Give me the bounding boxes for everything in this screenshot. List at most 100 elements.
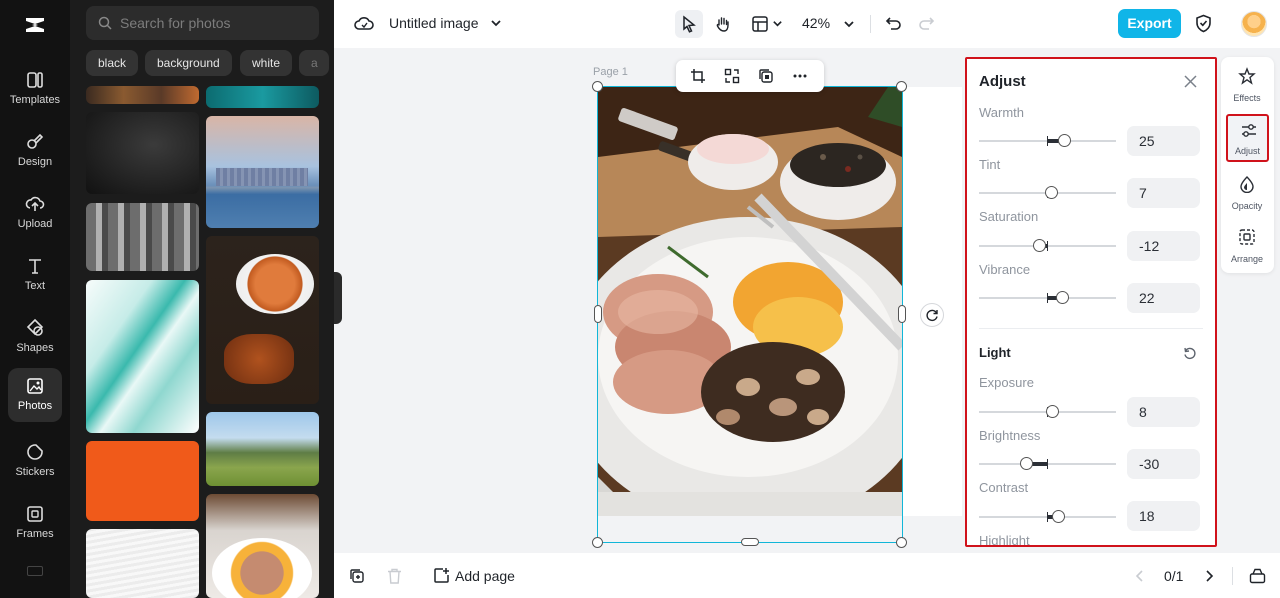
resize-handle-ne[interactable]: [896, 81, 907, 92]
resize-handle-s[interactable]: [741, 538, 759, 546]
exposure-slider[interactable]: [979, 405, 1116, 418]
slider-knob[interactable]: [1058, 134, 1071, 147]
exposure-value-input[interactable]: 8: [1127, 397, 1200, 427]
toolbar-divider: [1232, 567, 1233, 585]
document-title[interactable]: Untitled image: [389, 15, 479, 31]
resize-handle-e[interactable]: [898, 305, 906, 323]
tab-adjust[interactable]: Adjust: [1226, 114, 1269, 162]
photo-thumb[interactable]: [206, 236, 319, 404]
reset-icon[interactable]: [1183, 347, 1196, 360]
capcut-logo[interactable]: [22, 12, 48, 38]
chip-white[interactable]: white: [240, 50, 293, 76]
next-page-icon[interactable]: [1205, 569, 1215, 583]
slider-knob[interactable]: [1020, 457, 1033, 470]
tint-value-input[interactable]: 7: [1127, 178, 1200, 208]
panel-collapse-handle[interactable]: [334, 272, 342, 324]
more-icon[interactable]: [792, 68, 808, 84]
effects-icon: [1238, 67, 1256, 85]
slider-knob[interactable]: [1045, 186, 1058, 199]
add-page-icon[interactable]: [433, 567, 450, 584]
hand-tool[interactable]: [709, 10, 737, 38]
resize-handle-se[interactable]: [896, 537, 907, 548]
slider-knob[interactable]: [1033, 239, 1046, 252]
templates-icon: [27, 72, 43, 88]
contrast-value-input[interactable]: 18: [1127, 501, 1200, 531]
page-label: Page 1: [593, 66, 628, 78]
duplicate-icon[interactable]: [758, 68, 774, 84]
shield-check-icon[interactable]: [1195, 14, 1212, 33]
photo-thumb[interactable]: [206, 116, 319, 228]
vibrance-value-input[interactable]: 22: [1127, 283, 1200, 313]
nav-shapes[interactable]: Shapes: [8, 310, 62, 364]
saturation-slider[interactable]: [979, 239, 1116, 252]
tab-opacity[interactable]: Opacity: [1224, 169, 1270, 217]
slider-knob[interactable]: [1046, 405, 1059, 418]
resize-handle-w[interactable]: [594, 305, 602, 323]
vibrance-slider[interactable]: [979, 291, 1116, 304]
search-input[interactable]: [120, 6, 310, 40]
close-icon[interactable]: [1184, 75, 1197, 88]
redo-icon[interactable]: [918, 15, 935, 32]
cloud-sync-icon[interactable]: [354, 14, 374, 32]
zoom-level[interactable]: 42%: [802, 15, 830, 31]
chevron-down-icon[interactable]: [772, 18, 783, 29]
user-avatar[interactable]: [1241, 11, 1267, 37]
contrast-slider[interactable]: [979, 510, 1116, 523]
layout-tool[interactable]: [746, 10, 774, 38]
zoom-chevron-down-icon[interactable]: [843, 18, 855, 30]
nav-label: Text: [24, 280, 46, 292]
nav-label: Templates: [9, 94, 61, 106]
photo-thumb[interactable]: [206, 86, 319, 108]
photo-thumb[interactable]: [86, 280, 199, 433]
warmth-slider[interactable]: [979, 134, 1116, 147]
tint-slider[interactable]: [979, 186, 1116, 199]
nav-frames[interactable]: Frames: [8, 496, 62, 550]
photo-thumb[interactable]: [86, 529, 199, 598]
select-tool[interactable]: [675, 10, 703, 38]
export-button[interactable]: Export: [1118, 9, 1181, 38]
trash-icon[interactable]: [387, 568, 402, 584]
nav-upload[interactable]: Upload: [8, 186, 62, 240]
photo-thumb[interactable]: [86, 112, 199, 194]
brightness-slider[interactable]: [979, 457, 1116, 470]
shapes-icon: [26, 318, 44, 336]
slider-knob[interactable]: [1056, 291, 1069, 304]
nav-templates[interactable]: Templates: [8, 62, 62, 116]
crop-icon[interactable]: [690, 68, 706, 84]
layout-icon: [752, 16, 768, 32]
chip-background[interactable]: background: [145, 50, 232, 76]
slider-label-brightness: Brightness: [979, 428, 1041, 443]
nav-label: Shapes: [16, 342, 54, 354]
chip-more[interactable]: a: [299, 50, 329, 76]
tab-effects[interactable]: Effects: [1224, 61, 1270, 109]
photo-thumb[interactable]: [206, 412, 319, 486]
resize-handle-sw[interactable]: [592, 537, 603, 548]
photo-search[interactable]: [86, 6, 319, 40]
nav-more-icon[interactable]: [27, 566, 43, 576]
replace-icon[interactable]: [724, 68, 740, 84]
nav-photos[interactable]: Photos: [8, 368, 62, 422]
undo-icon[interactable]: [885, 15, 902, 32]
photo-thumb[interactable]: [86, 441, 199, 521]
rotate-icon: [926, 309, 938, 322]
frames-icon: [27, 506, 43, 522]
nav-text[interactable]: Text: [8, 248, 62, 302]
chip-black[interactable]: black: [86, 50, 139, 76]
warmth-value-input[interactable]: 25: [1127, 126, 1200, 156]
nav-stickers[interactable]: Stickers: [8, 434, 62, 488]
add-page-button[interactable]: Add page: [455, 568, 515, 584]
duplicate-page-icon[interactable]: [349, 568, 365, 584]
brightness-value-input[interactable]: -30: [1127, 449, 1200, 479]
prev-page-icon[interactable]: [1134, 569, 1144, 583]
chevron-down-icon[interactable]: [490, 17, 502, 29]
nav-design[interactable]: Design: [8, 124, 62, 178]
photo-thumb[interactable]: [206, 494, 319, 598]
tab-arrange[interactable]: Arrange: [1224, 222, 1270, 270]
rotate-handle[interactable]: [920, 303, 944, 327]
resize-handle-nw[interactable]: [592, 81, 603, 92]
photo-thumb[interactable]: [86, 86, 199, 104]
photo-thumb[interactable]: [86, 203, 199, 271]
page-manager-icon[interactable]: [1249, 567, 1266, 584]
slider-knob[interactable]: [1052, 510, 1065, 523]
saturation-value-input[interactable]: -12: [1127, 231, 1200, 261]
